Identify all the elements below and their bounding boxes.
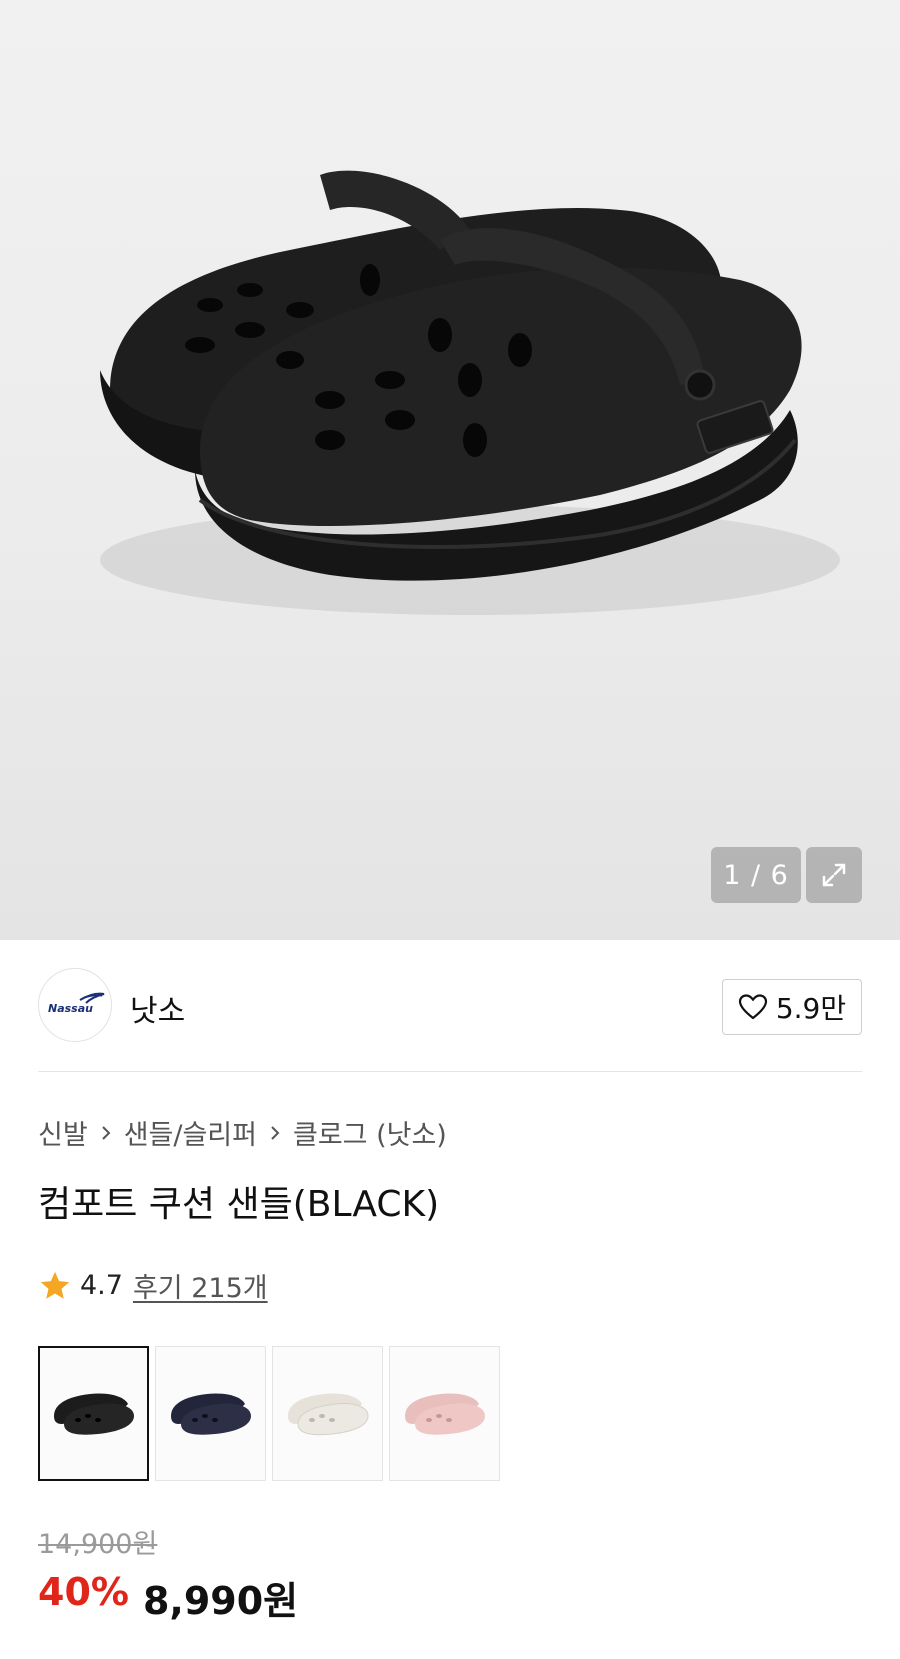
product-photo (100, 170, 840, 615)
price-row: 40% 8,990원 (38, 1570, 298, 1625)
breadcrumb-item-shoes[interactable]: 신발 (38, 1113, 88, 1152)
divider (38, 1071, 862, 1072)
color-option-navy[interactable] (155, 1346, 266, 1481)
chevron-right-icon (269, 1124, 281, 1142)
heart-outline-icon (738, 994, 767, 1020)
product-image-gallery[interactable]: 1 / 6 (0, 0, 900, 940)
svg-text:Nassau: Nassau (48, 1002, 93, 1015)
brand-row: Nassau 낫소 5.9만 (38, 968, 862, 1044)
color-option-ivory[interactable] (272, 1346, 383, 1481)
brand-logo[interactable]: Nassau (38, 968, 112, 1042)
discount-rate: 40% (38, 1570, 129, 1614)
sale-price: 8,990원 (142, 1579, 299, 1623)
breadcrumb: 신발 샌들/슬리퍼 클로그 (낫소) (38, 1113, 447, 1152)
breadcrumb-item-clog[interactable]: 클로그 (낫소) (293, 1113, 447, 1152)
color-options (38, 1346, 500, 1481)
original-price: 14,900원 (38, 1529, 158, 1560)
image-counter-text: 1 / 6 (723, 859, 789, 891)
clog-thumbnail (404, 1392, 485, 1435)
clog-thumbnail (170, 1392, 251, 1435)
like-button[interactable]: 5.9만 (722, 979, 862, 1035)
star-icon (40, 1271, 70, 1299)
rating-score: 4.7 (80, 1270, 123, 1301)
chevron-right-icon (100, 1124, 112, 1142)
reviews-link[interactable]: 후기 215개 (133, 1266, 268, 1305)
rating-row: 4.7 후기 215개 (38, 1266, 268, 1305)
expand-button[interactable] (806, 847, 862, 903)
clog-thumbnail (287, 1392, 369, 1435)
breadcrumb-item-sandals[interactable]: 샌들/슬리퍼 (124, 1113, 257, 1152)
image-counter: 1 / 6 (711, 847, 801, 903)
clog-thumbnail (53, 1392, 134, 1435)
color-option-pink[interactable] (389, 1346, 500, 1481)
product-title: 컴포트 쿠션 샌들(BLACK) (38, 1184, 440, 1225)
expand-icon (822, 863, 846, 887)
color-option-black[interactable] (38, 1346, 149, 1481)
brand-name[interactable]: 낫소 (130, 986, 185, 1030)
like-count: 5.9만 (775, 992, 847, 1025)
